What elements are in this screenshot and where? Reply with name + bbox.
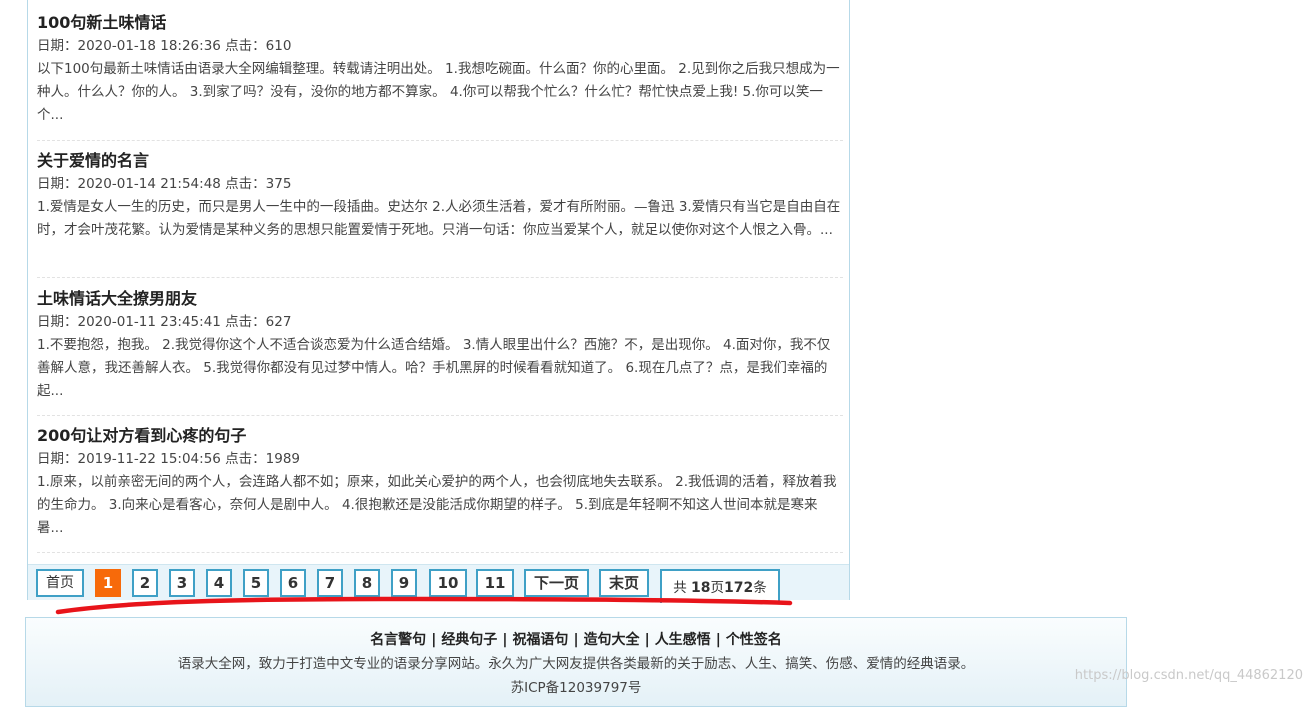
footer-separator: | (715, 632, 721, 648)
article-summary: 1.不要抱怨，抱我。 2.我觉得你这个人不适合谈恋爱为什么适合结婚。 3.情人眼… (37, 337, 831, 399)
article-title-link[interactable]: 土味情话大全撩男朋友 (37, 288, 843, 310)
article-title-link[interactable]: 100句新土味情话 (37, 12, 843, 34)
article-summary: 以下100句最新土味情话由语录大全网编辑整理。转载请注明出处。 1.我想吃碗面。… (37, 61, 840, 123)
article-meta: 日期：2020-01-18 18:26:36 点击：610 (37, 38, 292, 54)
article-list: 100句新土味情话 日期：2020-01-18 18:26:36 点击：610 … (27, 0, 850, 603)
article-summary: 1.爱情是女人一生的历史，而只是男人一生中的一段插曲。史达尔 2.人必须生活着，… (37, 199, 841, 238)
footer-link-quotes[interactable]: 名言警句 (370, 632, 426, 648)
article-meta: 日期：2020-01-11 23:45:41 点击：627 (37, 314, 292, 330)
red-annotation-underline (55, 596, 793, 615)
article-meta: 日期：2020-01-14 21:54:48 点击：375 (37, 176, 292, 192)
site-footer: 名言警句 | 经典句子 | 祝福语句 | 造句大全 | 人生感悟 | 个性签名 语录大全网，致力于打… (25, 617, 1127, 707)
footer-link-life-insights[interactable]: 人生感悟 (655, 632, 711, 648)
footer-link-signatures[interactable]: 个性签名 (726, 632, 782, 648)
article-title-link[interactable]: 关于爱情的名言 (37, 150, 843, 172)
article-meta: 日期：2019-11-22 15:04:56 点击：1989 (37, 451, 301, 467)
footer-separator: | (502, 632, 508, 648)
article-summary: 1.原来，以前亲密无间的两个人，会连路人都不如；原来，如此关心爱护的两个人，也会… (37, 474, 837, 536)
footer-icp-link[interactable]: 苏ICP备12039797号 (26, 678, 1126, 698)
article-title-link[interactable]: 200句让对方看到心疼的句子 (37, 425, 843, 447)
footer-link-sentence-making[interactable]: 造句大全 (584, 632, 640, 648)
footer-separator: | (573, 632, 579, 648)
footer-link-blessings[interactable]: 祝福语句 (512, 632, 568, 648)
article-item: 200句让对方看到心疼的句子 日期：2019-11-22 15:04:56 点击… (37, 425, 843, 553)
article-item: 关于爱情的名言 日期：2020-01-14 21:54:48 点击：375 1.… (37, 150, 843, 278)
footer-separator: | (644, 632, 650, 648)
csdn-watermark: https://blog.csdn.net/qq_44862120 (1074, 668, 1303, 683)
article-item: 土味情话大全撩男朋友 日期：2020-01-11 23:45:41 点击：627… (37, 288, 843, 416)
article-item: 100句新土味情话 日期：2020-01-18 18:26:36 点击：610 … (37, 12, 843, 141)
footer-link-classic-sentences[interactable]: 经典句子 (441, 632, 497, 648)
footer-separator: | (431, 632, 437, 648)
footer-links: 名言警句 | 经典句子 | 祝福语句 | 造句大全 | 人生感悟 | 个性签名 (26, 630, 1126, 650)
footer-description: 语录大全网，致力于打造中文专业的语录分享网站。永久为广大网友提供各类最新的关于励… (177, 656, 975, 672)
